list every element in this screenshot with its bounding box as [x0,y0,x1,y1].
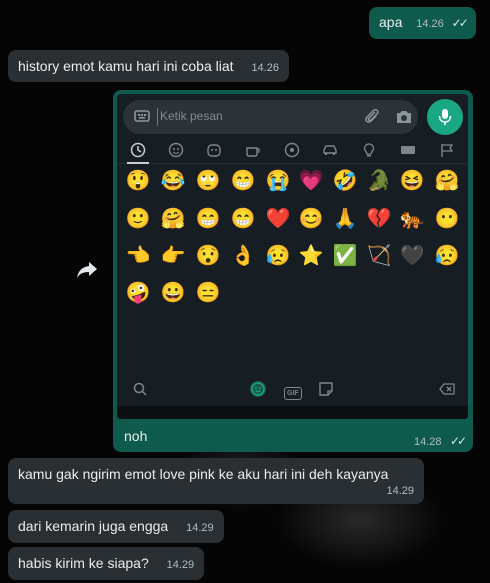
message-text: history emot kamu hari ini coba liat [18,58,234,74]
emoji-key[interactable]: 😊 [298,206,324,232]
read-receipt-icon: ✓✓ [451,16,469,30]
input-placeholder: Ketik pesan [160,109,223,123]
message-text: habis kirim ke siapa? [18,555,149,571]
emoji-key[interactable]: 😑 [195,280,221,306]
paperclip-icon[interactable] [364,108,380,129]
emoji-key[interactable]: 🖤 [399,243,425,269]
keyboard-bottom-bar: GIF [117,374,468,406]
smiley-icon[interactable] [167,142,185,160]
message-incoming[interactable]: kamu gak ngirim emot love pink ke aku ha… [8,458,424,504]
emoji-key[interactable]: 😀 [160,280,186,306]
emoji-grid: 😲 😂 🙄 😁 😭 💗 🤣 🐊 😆 🤗 🙂 🤗 😁 😁 ❤️ 😊 🙏 💔 🐅 😶 👈 👉 😯 👌 😥 ⭐ ✅ 🏹 🖤 😥 🤪 😀 😑 [117,168,468,368]
emoji-key[interactable]: 😯 [195,243,221,269]
emoji-key[interactable]: ✅ [332,243,358,269]
recent-icon[interactable] [129,142,147,160]
bulb-icon[interactable] [360,142,378,160]
emoji-key[interactable]: 😁 [230,206,256,232]
message-outgoing[interactable]: apa 14.26 ✓✓ [369,7,476,39]
emoji-key[interactable]: 🐅 [399,206,425,232]
keyboard-icon[interactable] [134,109,150,126]
message-text: kamu gak ngirim emot love pink ke aku ha… [18,466,389,482]
emoji-key[interactable]: 🏹 [366,243,392,269]
message-incoming[interactable]: history emot kamu hari ini coba liat 14.… [8,50,289,82]
read-receipt-icon: ✓✓ [449,434,467,448]
message-time: 14.29 [186,522,214,534]
active-category-indicator [127,162,149,164]
sticker-icon[interactable] [318,381,334,400]
flag-icon[interactable] [438,142,456,160]
ball-icon[interactable] [283,142,301,160]
emoji-key[interactable]: 😭 [265,168,291,194]
image-caption: noh [124,428,148,444]
camera-icon[interactable] [395,109,413,128]
message-time: 14.29 [166,559,195,571]
emoji-key[interactable]: 🙄 [195,168,221,194]
keyboard-screenshot[interactable]: Ketik pesan 😲 😂 🙄 😁 😭 💗 🤣 🐊 😆 🤗 🙂 🤗 😁 😁 … [117,94,468,419]
message-time: 14.28 [414,436,442,448]
emoji-key[interactable]: 😂 [160,168,186,194]
message-time: 14.26 [251,62,279,74]
gif-icon[interactable]: GIF [284,382,302,400]
message-text: dari kemarin juga engga [18,518,169,534]
image-time: 14.28 ✓✓ [414,432,467,450]
emoji-key[interactable]: 😥 [265,243,291,269]
emoji-key[interactable]: 💗 [298,168,324,194]
emoji-key[interactable]: 🙏 [332,206,358,232]
emoji-key[interactable]: 🤗 [434,168,460,194]
emoji-key[interactable]: 😁 [195,206,221,232]
emoji-category-bar [117,138,468,164]
emoji-key[interactable]: ❤️ [265,206,291,232]
message-text: apa [379,14,403,30]
emoji-key[interactable]: 👈 [125,243,151,269]
emoji-key[interactable]: 😶 [434,206,460,232]
symbols-icon[interactable] [399,142,417,160]
animal-icon[interactable] [205,142,223,160]
emoji-key[interactable]: 💔 [366,206,392,232]
emoji-key[interactable]: 😥 [434,243,460,269]
message-input[interactable]: Ketik pesan [123,100,418,134]
mic-icon[interactable] [427,99,463,135]
emoji-key[interactable]: 😆 [399,168,425,194]
emoji-key[interactable]: 😁 [230,168,256,194]
emoji-key[interactable]: 👉 [160,243,186,269]
text-cursor [157,108,158,126]
emoji-key[interactable]: 🤣 [332,168,358,194]
message-incoming[interactable]: dari kemarin juga engga 14.29 [8,510,224,543]
emoji-key[interactable]: 🤗 [160,206,186,232]
search-icon[interactable] [133,382,147,399]
emoji-icon[interactable] [249,380,267,401]
backspace-icon[interactable] [439,382,455,399]
emoji-key[interactable]: 👌 [230,243,256,269]
emoji-key[interactable]: ⭐ [298,243,324,269]
emoji-key[interactable]: 🐊 [366,168,392,194]
emoji-key[interactable]: 😲 [125,168,151,194]
food-icon[interactable] [244,142,262,160]
message-time: 14.29 [386,485,414,497]
car-icon[interactable] [321,142,339,160]
message-time: 14.26 [416,18,444,30]
emoji-key[interactable]: 🙂 [125,206,151,232]
forward-icon[interactable] [76,261,98,281]
nav-bar-strip [117,406,468,419]
message-incoming[interactable]: habis kirim ke siapa? 14.29 [8,547,205,580]
emoji-key[interactable]: 🤪 [125,280,151,306]
